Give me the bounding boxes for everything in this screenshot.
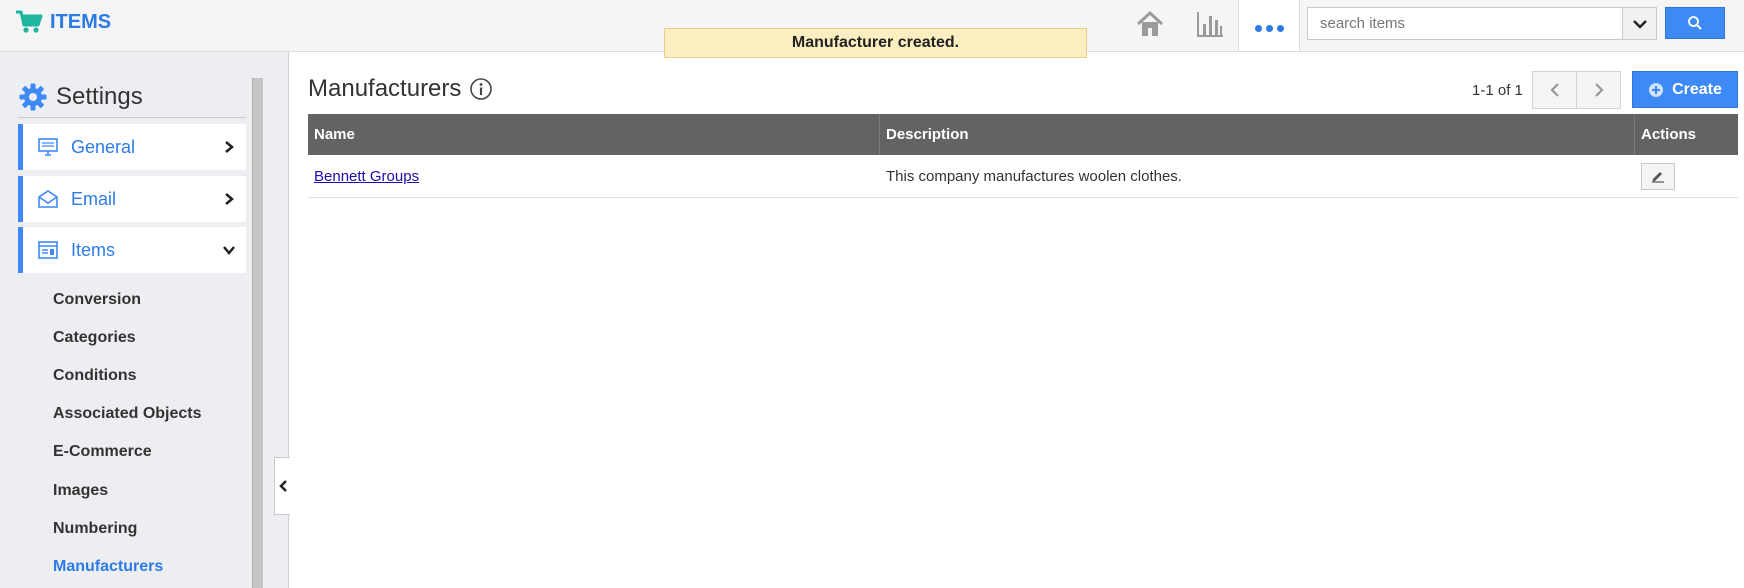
app-brand[interactable]: ITEMS [14,8,111,36]
sidebar-item-items[interactable]: Items [18,227,246,273]
search-button[interactable] [1665,7,1725,39]
app-title: ITEMS [50,10,112,33]
more-dots-icon [1254,25,1262,32]
gear-icon [19,83,47,110]
more-button[interactable] [1238,0,1300,51]
sidebar-subitem-associated-objects[interactable]: Associated Objects [53,403,202,425]
sidebar-subitem-numbering[interactable]: Numbering [53,518,137,540]
home-icon [1136,10,1164,36]
sidebar-item-general[interactable]: General [18,124,246,170]
chevron-left-icon [1549,83,1559,97]
success-toast: Manufacturer created. [664,28,1087,58]
chevron-down-icon [223,246,235,255]
page-title-group: Manufacturers [308,74,493,104]
chevron-right-icon [1594,83,1604,97]
pager-count: 1-1 of 1 [1472,82,1523,99]
sidebar-heading: Settings [18,76,246,118]
column-header-name[interactable]: Name [308,114,880,155]
sidebar-subitem-conversion[interactable]: Conversion [53,289,141,311]
next-page-button[interactable] [1576,71,1621,109]
shopping-cart-icon [16,10,43,33]
manufacturer-link[interactable]: Bennett Groups [314,168,419,185]
table-header: Name Description Actions [308,114,1738,155]
items-window-icon [38,241,58,259]
cell-description: This company manufactures woolen clothes… [886,167,1182,185]
search-icon [1688,16,1702,30]
sidebar-item-label: Email [71,188,117,209]
chevron-down-icon [1632,19,1647,29]
sidebar-item-label: General [71,136,136,157]
sidebar-subitem-images[interactable]: Images [53,480,108,502]
manufacturers-table: Name Description Actions Bennett Groups … [308,114,1738,198]
page-title: Manufacturers [308,75,462,102]
more-dot [1276,25,1284,32]
settings-title: Settings [56,82,143,110]
envelope-icon [38,190,58,208]
home-button[interactable] [1130,6,1170,42]
chevron-left-icon [278,480,287,492]
reports-button[interactable] [1190,6,1230,42]
collapse-sidebar-button[interactable] [274,457,290,515]
search-box [1307,7,1657,40]
chevron-right-icon [225,141,234,153]
plus-circle-icon [1649,82,1664,97]
sidebar-item-email[interactable]: Email [18,176,246,222]
sidebar: Settings General Email Items Conversion … [0,52,289,588]
create-button[interactable]: Create [1632,71,1738,108]
info-icon[interactable] [469,77,493,101]
column-header-actions: Actions [1641,126,1697,143]
table-row: Bennett Groups This company manufactures… [308,155,1738,198]
pencil-icon [1652,172,1664,183]
sidebar-subitem-conditions[interactable]: Conditions [53,365,137,387]
sidebar-scrollbar[interactable] [252,78,263,588]
bar-chart-icon [1197,12,1223,37]
sidebar-subitem-categories[interactable]: Categories [53,327,136,349]
create-label: Create [1672,80,1722,98]
column-header-description[interactable]: Description [880,114,1635,155]
cell-actions [1635,155,1738,197]
sidebar-item-label: Items [71,239,116,260]
edit-button[interactable] [1641,162,1675,190]
sidebar-subitem-e-commerce[interactable]: E-Commerce [53,441,152,463]
chevron-right-icon [225,193,234,205]
monitor-icon [38,138,58,156]
cell-name: Bennett Groups [308,155,880,197]
more-dot [1265,25,1273,32]
previous-page-button[interactable] [1532,71,1577,109]
search-dropdown-button[interactable] [1622,8,1656,39]
search-input[interactable] [1308,8,1622,39]
sidebar-subitem-manufacturers[interactable]: Manufacturers [53,556,163,578]
